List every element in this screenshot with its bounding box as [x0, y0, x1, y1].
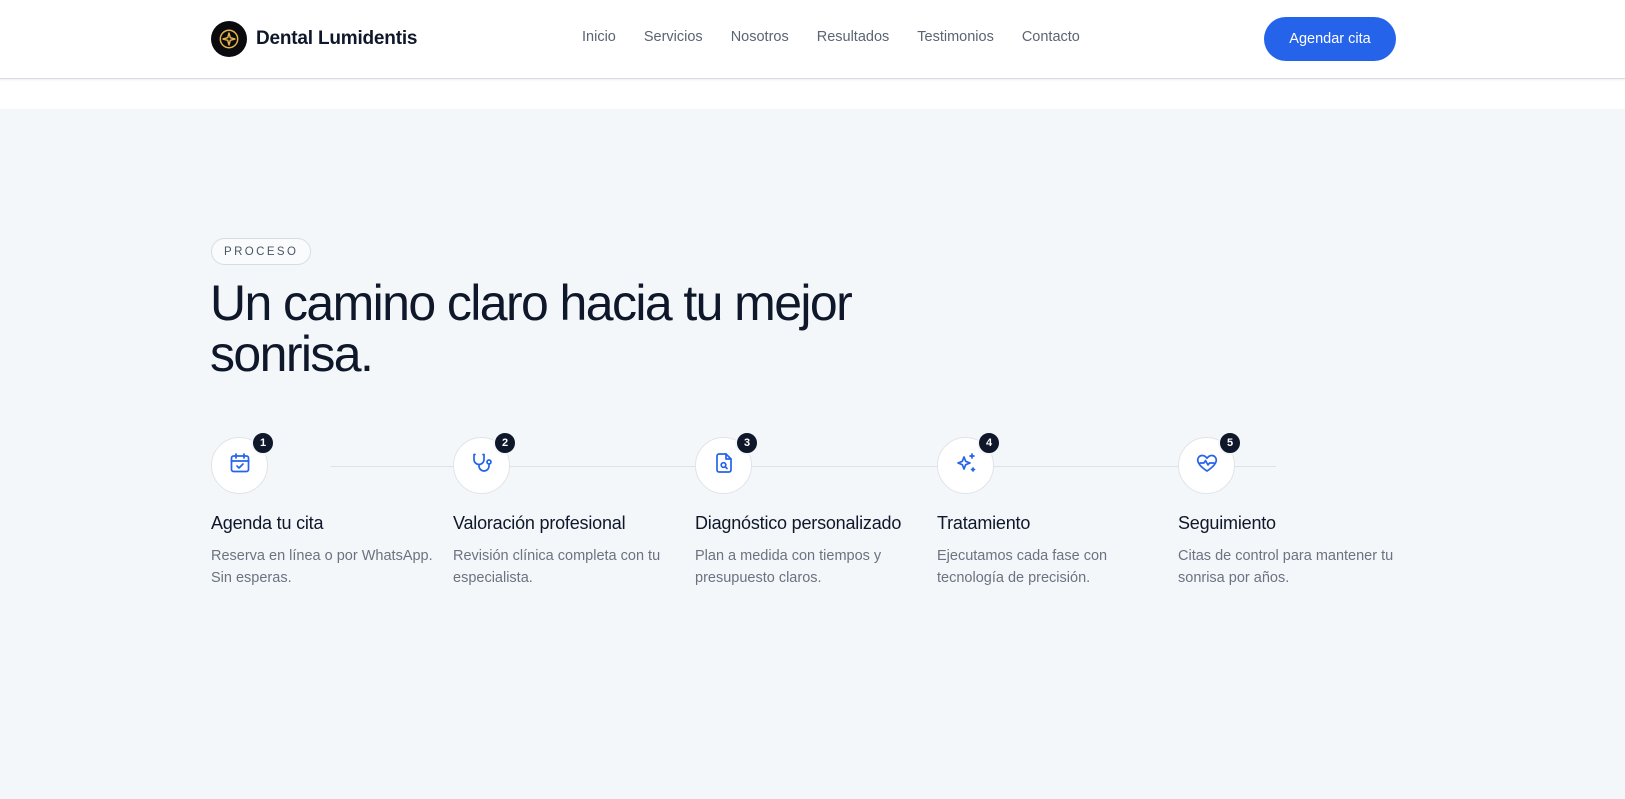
- stethoscope-icon: [470, 451, 494, 480]
- step-title: Valoración profesional: [453, 513, 626, 533]
- step-title: Diagnóstico personalizado: [695, 513, 902, 533]
- step-number-badge: 1: [251, 431, 275, 455]
- step-description: Ejecutamos cada fase con tecnología de p…: [937, 548, 1108, 586]
- step-number-badge: 2: [493, 431, 517, 455]
- step-number-badge: 5: [1218, 431, 1242, 455]
- main-nav: Inicio Servicios Nosotros Resultados Tes…: [582, 29, 1080, 45]
- nav-link-servicios[interactable]: Servicios: [644, 29, 703, 45]
- sparkles-icon: [954, 451, 978, 480]
- step-description: Revisión clínica completa con tu especia…: [453, 548, 661, 586]
- step-title: Agenda tu cita: [211, 513, 324, 533]
- nav-link-contacto[interactable]: Contacto: [1022, 29, 1080, 45]
- step-title: Tratamiento: [937, 513, 1031, 533]
- nav-link-inicio[interactable]: Inicio: [582, 29, 616, 45]
- step-description: Citas de control para mantener tu sonris…: [1178, 548, 1394, 586]
- nav-link-resultados[interactable]: Resultados: [817, 29, 890, 45]
- step-connector: [1234, 466, 1276, 467]
- section-eyebrow: PROCESO: [211, 238, 312, 265]
- book-appointment-button[interactable]: Agendar cita: [1264, 17, 1396, 61]
- step-connector: [993, 466, 1178, 467]
- brand-name: Dental Lumidentis: [256, 28, 418, 49]
- brand[interactable]: Dental Lumidentis: [211, 21, 417, 57]
- calendar-check-icon: [228, 451, 252, 480]
- sparkle-icon: [211, 21, 247, 57]
- nav-link-nosotros[interactable]: Nosotros: [731, 29, 789, 45]
- section-heading: Un camino claro hacia tu mejor sonrisa.: [210, 275, 853, 382]
- step-connector: [509, 466, 695, 467]
- heart-pulse-icon: [1195, 451, 1219, 480]
- step-connector: [331, 466, 453, 467]
- step-description: Plan a medida con tiempos y presupuesto …: [695, 548, 882, 586]
- site-header: Dental Lumidentis Inicio Servicios Nosot…: [0, 0, 1625, 79]
- step-title: Seguimiento: [1178, 513, 1276, 533]
- step-number-badge: 4: [977, 431, 1001, 455]
- step-description: Reserva en línea o por WhatsApp. Sin esp…: [211, 548, 433, 586]
- file-search-icon: [712, 451, 736, 480]
- step-connector: [751, 466, 937, 467]
- step-number-badge: 3: [735, 431, 759, 455]
- nav-link-testimonios[interactable]: Testimonios: [917, 29, 994, 45]
